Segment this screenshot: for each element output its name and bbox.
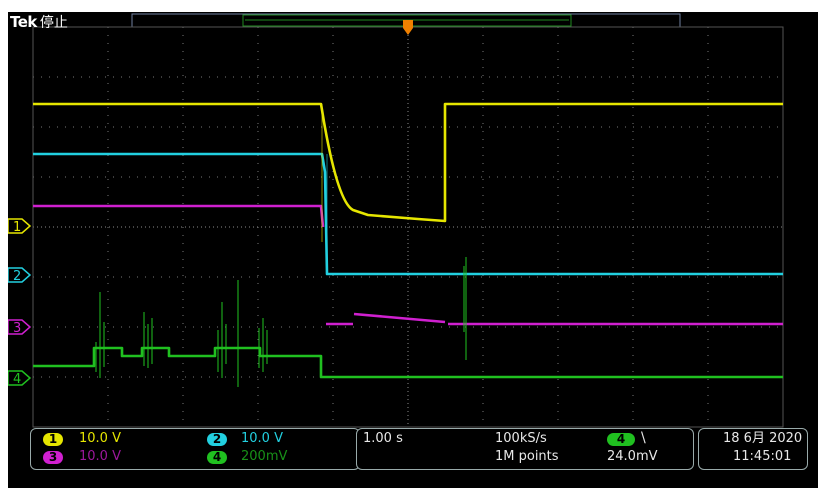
brand-status: Tek 停止 — [10, 14, 68, 31]
record-length: 1M points — [495, 449, 559, 464]
ch3-waveform-after — [326, 312, 783, 326]
timebase-trigger-panel[interactable]: 1.00 s 100kS/s 1M points 4 \ 24.0mV — [356, 428, 694, 470]
ch3-scale: 10.0 V — [79, 449, 121, 464]
time: 11:45:01 — [733, 449, 792, 464]
ch2-level-marker-label: 2 — [13, 269, 21, 284]
ch2-scale: 10.0 V — [241, 431, 283, 446]
trigger-source-badge[interactable]: 4 — [607, 433, 635, 446]
tek-logo: Tek — [10, 13, 37, 31]
ch3-level-marker-label: 3 — [13, 321, 21, 336]
channel-scale-panel[interactable]: 1 10.0 V 2 10.0 V 3 10.0 V 4 200mV — [30, 428, 360, 470]
datetime-panel: 18 6月 2020 11:45:01 — [698, 428, 808, 470]
waveform-screen: 1 2 3 4 — [8, 13, 784, 428]
acquisition-state: 停止 — [39, 15, 68, 31]
sample-rate: 100kS/s — [495, 431, 547, 446]
ch3-badge[interactable]: 3 — [43, 451, 63, 464]
falling-edge-icon: \ — [641, 430, 646, 446]
trigger-level: 24.0mV — [607, 449, 658, 464]
ch1-badge[interactable]: 1 — [43, 433, 63, 446]
ch4-badge[interactable]: 4 — [207, 451, 227, 464]
date: 18 6月 2020 — [723, 431, 803, 446]
oscilloscope-display: 1 2 3 4 Tek 停止 1 10.0 V 2 10.0 V 3 10.0 V 4 … — [8, 12, 818, 488]
ch3-waveform — [33, 204, 325, 228]
trigger-position-icon — [403, 20, 413, 35]
ch4-level-marker-label: 4 — [13, 372, 21, 387]
ch2-badge[interactable]: 2 — [207, 433, 227, 446]
ch1-level-marker-label: 1 — [13, 220, 21, 235]
ch1-scale: 10.0 V — [79, 431, 121, 446]
ch4-scale: 200mV — [241, 449, 288, 464]
ch4-waveform — [33, 346, 783, 379]
horizontal-scale: 1.00 s — [363, 431, 403, 446]
